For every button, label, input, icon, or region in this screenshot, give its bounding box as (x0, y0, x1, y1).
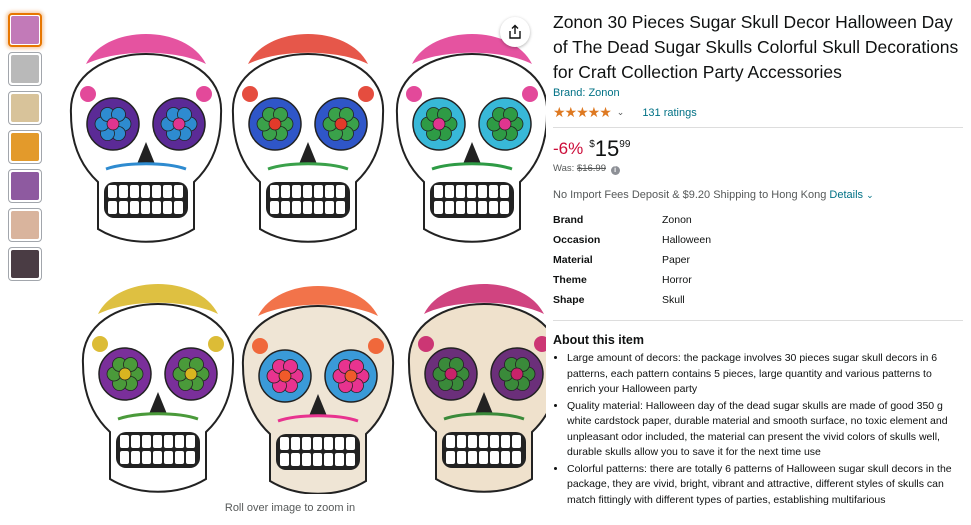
skull-4 (81, 284, 235, 493)
about-bullets: Large amount of decors: the package invo… (553, 351, 963, 508)
thumbnail-1[interactable] (8, 13, 42, 47)
spec-value: Zonon (662, 214, 692, 226)
about-bullet: Quality material: Halloween day of the d… (567, 399, 963, 461)
spec-key: Material (553, 254, 593, 266)
thumbnail-strip (8, 13, 44, 286)
rating-row: ★★★★★ ⌄ 131 ratings (553, 104, 963, 121)
star-rating-icon[interactable]: ★★★★★ (553, 104, 612, 121)
chevron-down-icon: ⌄ (866, 190, 874, 200)
spec-row: Theme Horror (553, 270, 711, 290)
thumbnail-image (11, 133, 39, 161)
skull-2 (231, 34, 385, 243)
skull-1 (69, 34, 223, 243)
price-block: -6% $ 15 99 (553, 138, 963, 160)
thumbnail-6[interactable] (8, 208, 42, 242)
about-bullet: Colorful patterns: there are totally 6 p… (567, 462, 963, 509)
discount-percent: -6% (553, 139, 584, 158)
thumbnail-image (11, 211, 39, 239)
main-product-image[interactable] (46, 6, 561, 495)
thumbnail-image (11, 55, 39, 83)
thumbnail-7[interactable] (8, 247, 42, 281)
divider (553, 320, 963, 321)
thumbnail-5[interactable] (8, 169, 42, 203)
thumbnail-2[interactable] (8, 52, 42, 86)
thumbnail-3[interactable] (8, 91, 42, 125)
thumbnail-4[interactable] (8, 130, 42, 164)
about-bullet: Large amount of decors: the package invo… (567, 351, 963, 398)
ratings-count-link[interactable]: 131 ratings (642, 107, 696, 119)
shipping-details-link[interactable]: Details ⌄ (829, 189, 873, 201)
spec-key: Shape (553, 294, 585, 306)
thumbnail-image (11, 172, 39, 200)
skull-3 (395, 34, 549, 243)
share-button[interactable] (500, 17, 530, 47)
was-label: Was: (553, 163, 575, 174)
skull-illustration (69, 34, 561, 495)
spec-key: Brand (553, 214, 584, 226)
product-info: Zonon 30 Pieces Sugar Skull Decor Hallow… (553, 10, 963, 509)
spec-row: Brand Zonon (553, 210, 711, 230)
spec-value: Horror (662, 274, 692, 286)
was-price: $16.99 (576, 163, 606, 174)
shipping-details-label: Details (829, 189, 864, 201)
thumbnail-image (11, 16, 39, 44)
info-icon[interactable]: i (610, 166, 620, 175)
price-fraction: 99 (619, 139, 631, 150)
product-title: Zonon 30 Pieces Sugar Skull Decor Hallow… (553, 12, 959, 82)
divider (553, 127, 963, 128)
zoom-hint: Roll over image to zoom in (224, 502, 356, 514)
share-icon (509, 24, 521, 39)
shipping-info: No Import Fees Deposit & $9.20 Shipping … (553, 189, 963, 201)
spec-value: Skull (662, 294, 685, 306)
spec-row: Material Paper (553, 250, 711, 270)
was-price-row: Was: $16.99 i (553, 163, 963, 175)
price-whole: 15 (594, 136, 620, 161)
spec-value: Halloween (662, 234, 712, 246)
thumbnail-image (11, 94, 39, 122)
spec-key: Occasion (553, 234, 601, 246)
spec-row: Occasion Halloween (553, 230, 711, 250)
chevron-down-icon[interactable]: ⌄ (617, 107, 625, 118)
spec-table: Brand Zonon Occasion Halloween Material Paper… (553, 210, 711, 310)
spec-row: Shape Skull (553, 290, 711, 310)
skull-5 (241, 286, 395, 495)
spec-key: Theme (553, 274, 587, 286)
shipping-text: No Import Fees Deposit & $9.20 Shipping … (553, 189, 827, 201)
about-title: About this item (553, 333, 644, 347)
thumbnail-image (11, 250, 39, 278)
skull-6 (407, 284, 561, 493)
spec-value: Paper (662, 254, 691, 266)
brand-link[interactable]: Brand: Zonon (553, 87, 963, 99)
